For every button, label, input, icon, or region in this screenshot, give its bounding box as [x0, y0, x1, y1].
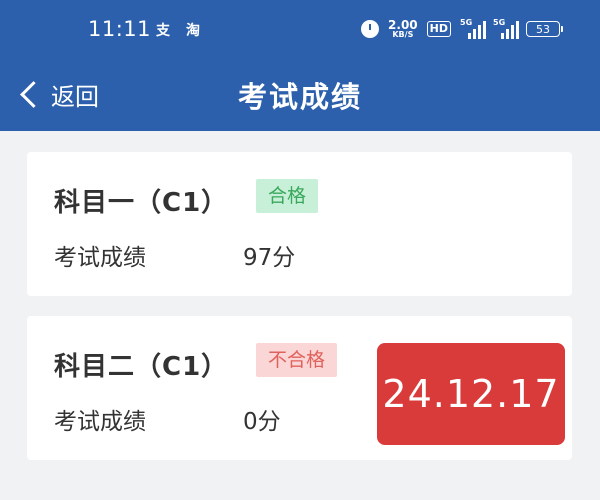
- alarm-clock-icon: [361, 20, 380, 38]
- signal-5g-label: 5G: [493, 18, 506, 27]
- hd-voice-icon: HD: [426, 21, 451, 37]
- result-card-subject-2[interactable]: 科目二（C1） 不合格 考试成绩 0分 24.12.17: [27, 316, 572, 460]
- result-card-subject-1[interactable]: 科目一（C1） 合格 考试成绩 97分: [27, 152, 572, 296]
- nav-bar: 返回 考试成绩: [0, 62, 600, 128]
- score-label: 考试成绩: [54, 245, 146, 271]
- signal-5g-icon: 5G: [460, 18, 486, 39]
- alipay-notification-icon: 支: [156, 23, 170, 39]
- app-header: 11:11 支 淘 2.00 KB/S HD 5G 5G 53 返回 考试成绩: [0, 0, 600, 131]
- signal-bar: [501, 33, 504, 39]
- signal-bar: [511, 25, 514, 39]
- score-value: 97分: [243, 245, 296, 271]
- signal-bar: [468, 33, 471, 39]
- status-badge-pass: 合格: [256, 179, 319, 213]
- signal-bar: [478, 25, 481, 39]
- score-label: 考试成绩: [54, 409, 146, 435]
- subject-title: 科目二（C1）: [54, 352, 229, 382]
- status-bar: 11:11 支 淘 2.00 KB/S HD 5G 5G 53: [0, 0, 600, 56]
- network-speed: 2.00 KB/S: [388, 19, 418, 39]
- taobao-notification-icon: 淘: [186, 23, 200, 39]
- signal-bar: [506, 29, 509, 39]
- network-speed-unit: KB/S: [392, 30, 414, 39]
- signal-bar: [473, 29, 476, 39]
- status-indicators: 2.00 KB/S HD 5G 5G 53: [361, 16, 563, 42]
- signal-bar: [483, 21, 486, 39]
- subject-title: 科目一（C1）: [54, 188, 229, 218]
- status-time: 11:11: [88, 17, 152, 41]
- signal-5g-icon: 5G: [493, 18, 519, 39]
- score-value: 0分: [243, 409, 281, 435]
- battery-icon: 53: [526, 21, 563, 37]
- signal-bar: [516, 21, 519, 39]
- signal-5g-label: 5G: [460, 18, 473, 27]
- status-badge-fail: 不合格: [256, 343, 338, 377]
- date-stamp: 24.12.17: [377, 343, 565, 445]
- page-title: 考试成绩: [237, 80, 362, 114]
